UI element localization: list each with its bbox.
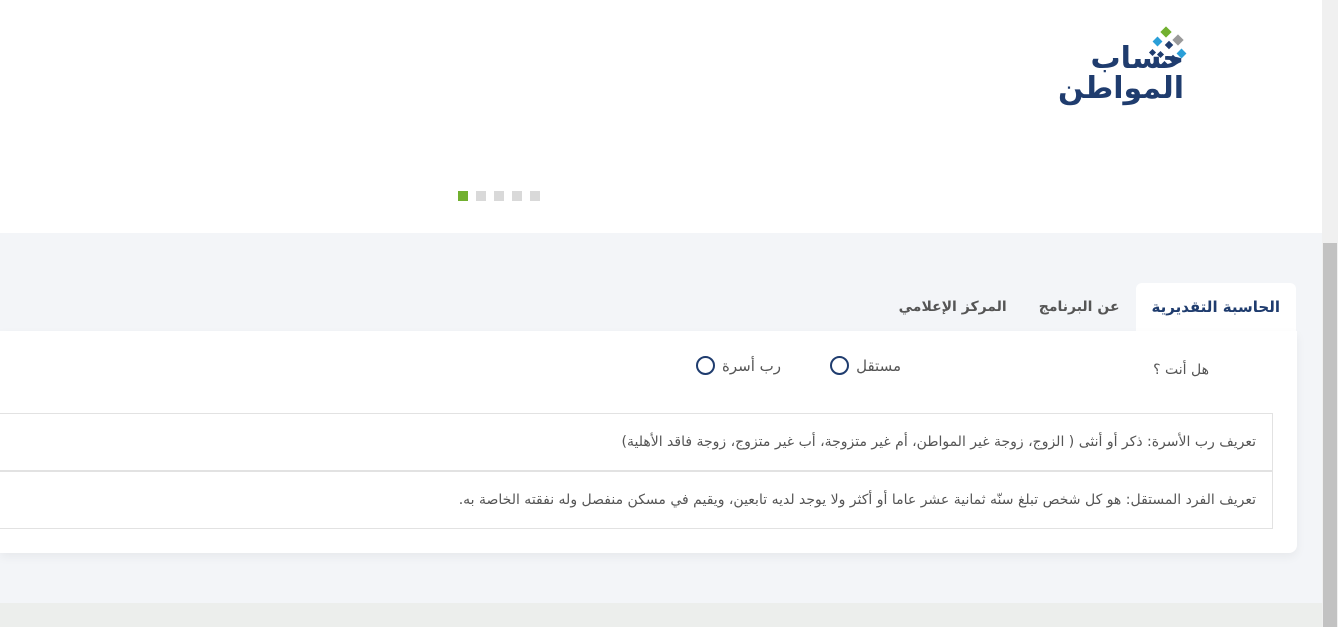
definition-head-of-household: تعريف رب الأسرة: ذكر أو أنثى ( الزوج، زو… xyxy=(0,413,1273,471)
radio-label-head-of-household[interactable]: رب أسرة xyxy=(722,357,781,375)
slider-dot-3[interactable] xyxy=(494,191,504,201)
tab-about-program[interactable]: عن البرنامج xyxy=(1023,283,1136,331)
citizen-account-logo[interactable]: حساب المواطن xyxy=(1052,26,1208,108)
logo-text-line2: المواطن xyxy=(1057,71,1184,106)
slider-dot-4[interactable] xyxy=(512,191,522,201)
footer-band xyxy=(0,603,1322,627)
radio-independent[interactable]: مستقل xyxy=(830,356,901,375)
slider-dot-2[interactable] xyxy=(476,191,486,201)
tab-estimated-calculator[interactable]: الحاسبة التقديرية xyxy=(1135,283,1296,331)
hero-banner: حساب المواطن xyxy=(0,0,1322,233)
page-scrollbar[interactable] xyxy=(1322,0,1338,627)
main-tabs: الحاسبة التقديرية عن البرنامج المركز الإ… xyxy=(883,283,1296,331)
slider-pagination xyxy=(458,191,540,201)
applicant-type-question: هل أنت ؟ xyxy=(1153,362,1209,378)
radio-circle-head-of-household[interactable] xyxy=(695,356,715,375)
slider-dot-1[interactable] xyxy=(458,191,468,201)
radio-head-of-household[interactable]: رب أسرة xyxy=(695,356,781,375)
logo-text-line1: حساب xyxy=(1090,41,1184,76)
radio-circle-independent[interactable] xyxy=(830,356,850,375)
tab-media-center[interactable]: المركز الإعلامي xyxy=(883,283,1023,331)
definition-independent: تعريف الفرد المستقل: هو كل شخص تبلغ سنّه… xyxy=(0,471,1273,529)
radio-label-independent[interactable]: مستقل xyxy=(856,357,901,375)
scrollbar-thumb[interactable] xyxy=(1323,243,1337,627)
slider-dot-5[interactable] xyxy=(530,191,540,201)
